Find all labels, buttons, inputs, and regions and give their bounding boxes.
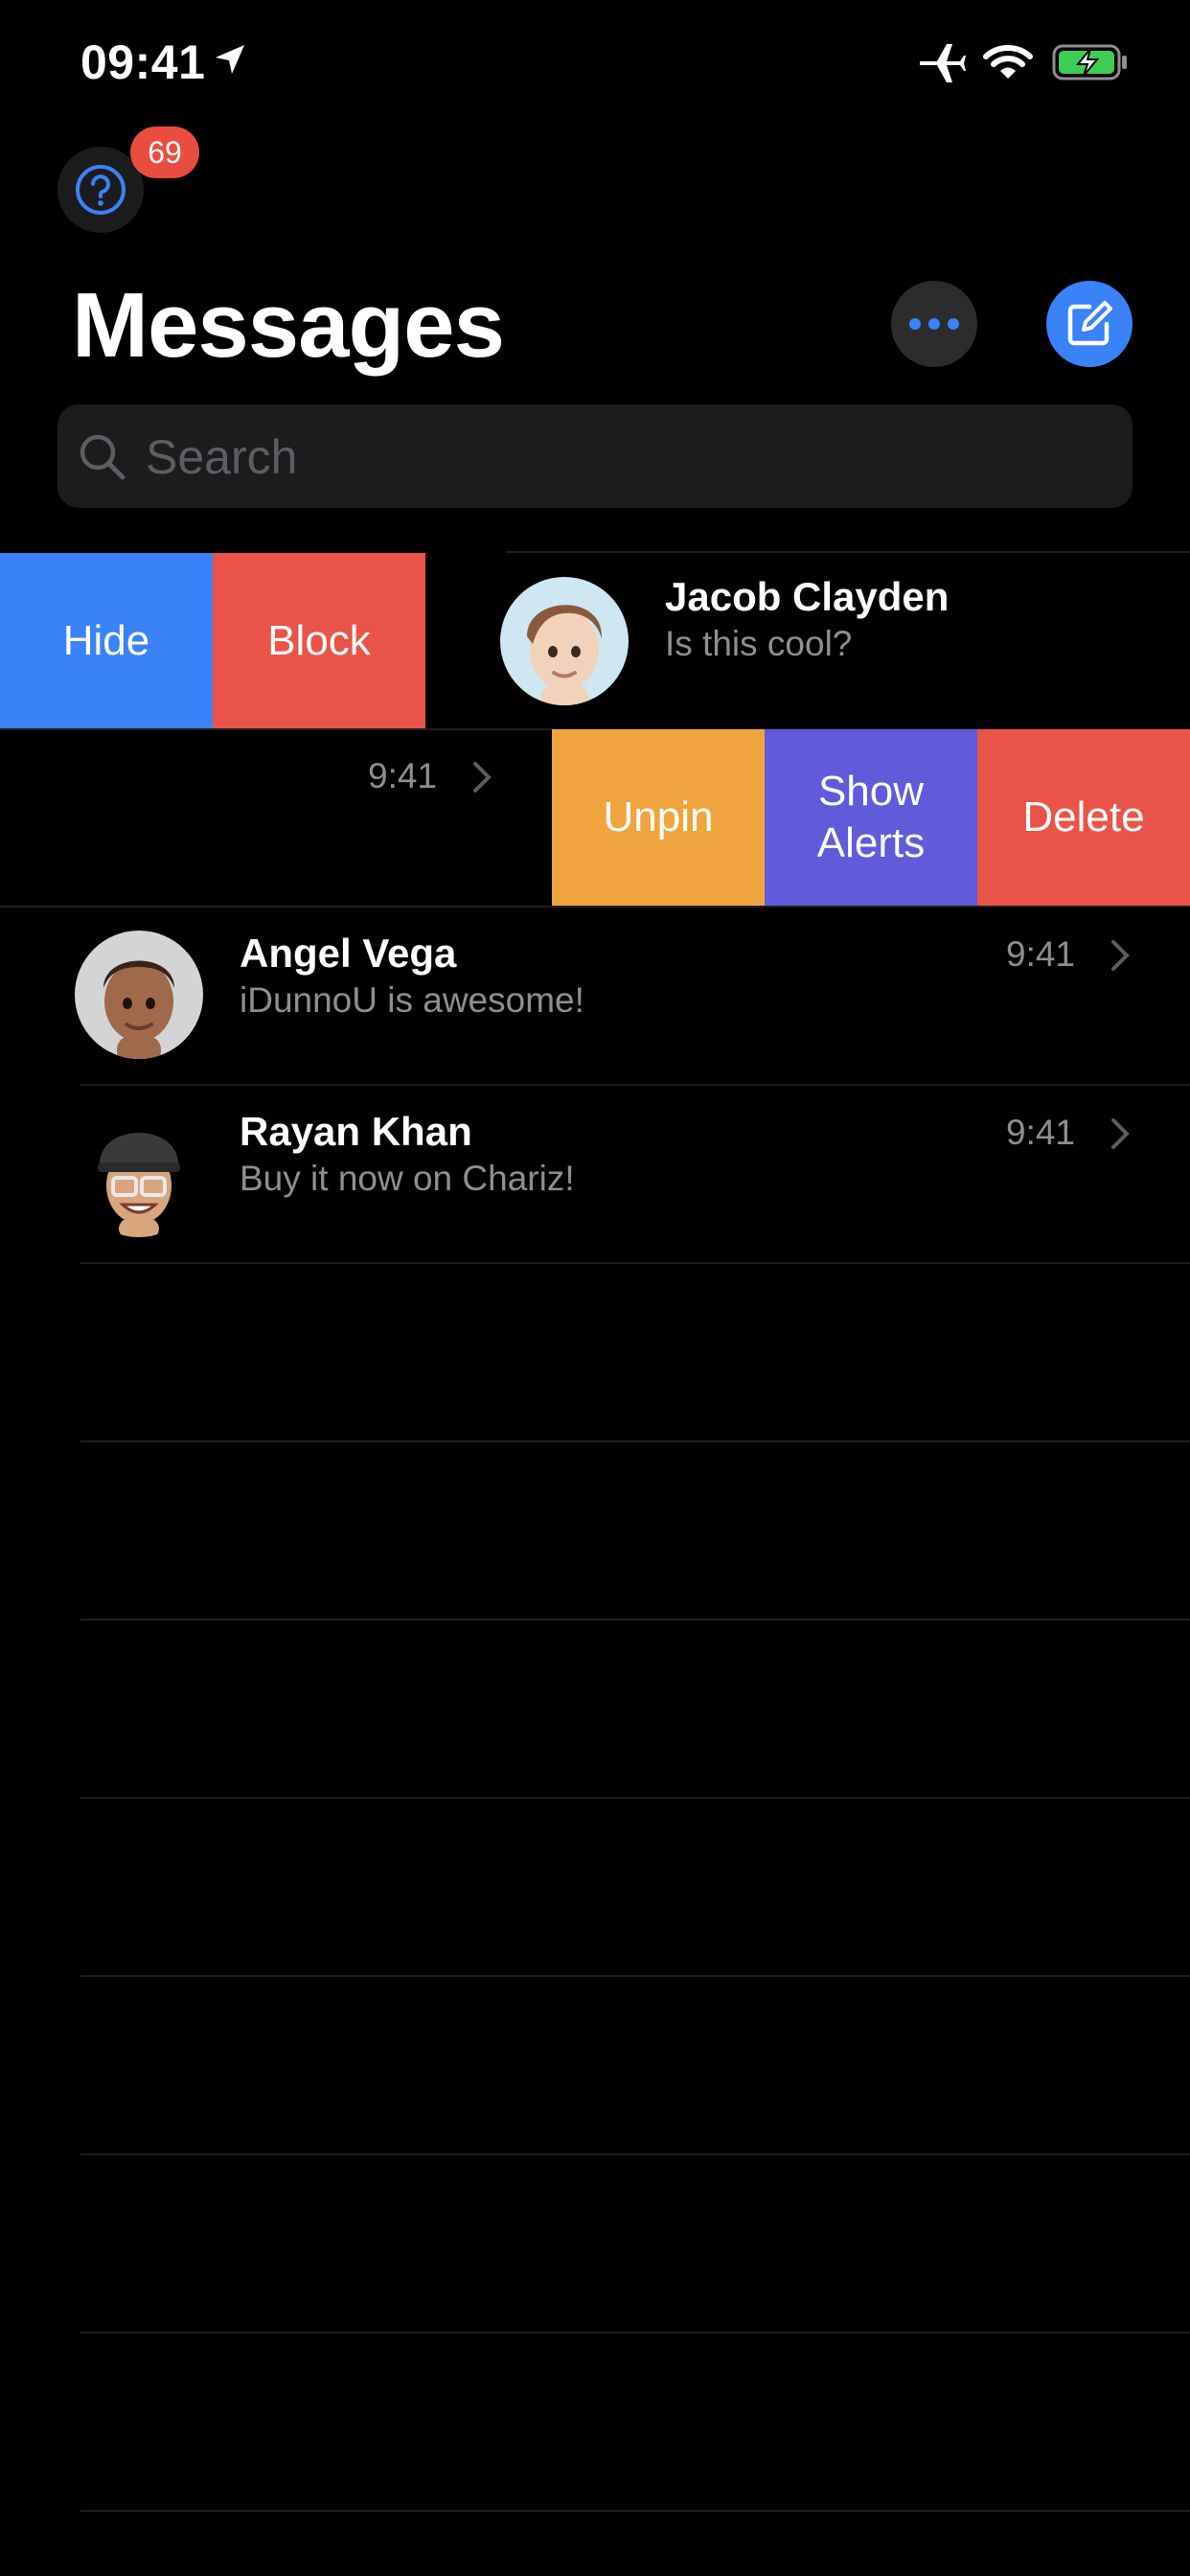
- hide-action-button[interactable]: Hide: [0, 553, 213, 729]
- conversation-preview: Buy it now on Chariz!: [240, 1159, 575, 1198]
- status-time: 09:41: [80, 35, 206, 89]
- block-action-button[interactable]: Block: [213, 553, 425, 729]
- conversation-time: 9:41: [1006, 934, 1076, 974]
- question-circle-icon: [76, 165, 126, 215]
- wifi-icon: [983, 45, 1033, 79]
- list-item-rayan-khan[interactable]: Rayan Khan Buy it now on Chariz! 9:41: [0, 1086, 1190, 1263]
- search-input[interactable]: [144, 424, 1087, 491]
- divider: [80, 2153, 1190, 2155]
- divider: [80, 1262, 1190, 1264]
- airplane-icon: [920, 44, 966, 82]
- memoji-tan-man-avatar: [75, 931, 203, 1059]
- ellipsis-icon: [909, 318, 959, 330]
- list-item-angel-vega[interactable]: Angel Vega iDunnoU is awesome! 9:41: [0, 908, 1190, 1085]
- notification-badge: 69: [130, 126, 199, 178]
- chevron-right-icon: [1111, 940, 1130, 971]
- divider: [80, 1797, 1190, 1799]
- divider: [80, 2510, 1190, 2512]
- more-button[interactable]: [891, 281, 977, 367]
- page-title: Messages: [72, 274, 505, 377]
- location-arrow-icon: [216, 45, 244, 74]
- search-bar[interactable]: [57, 404, 1133, 508]
- conversation-preview: Is this cool?: [665, 624, 853, 663]
- list-item-swiped[interactable]: 9:41: [0, 729, 552, 906]
- divider: [80, 2332, 1190, 2334]
- search-icon: [80, 434, 126, 480]
- memoji-cap-glasses-avatar: [75, 1109, 203, 1237]
- conversation-time: 9:41: [368, 756, 438, 795]
- conversation-name: Jacob Clayden: [665, 574, 950, 619]
- chevron-right-icon: [473, 762, 492, 793]
- compose-button[interactable]: [1046, 281, 1133, 367]
- conversation-time: 9:41: [1006, 1113, 1076, 1152]
- compose-icon: [1067, 301, 1112, 346]
- chevron-right-icon: [1111, 1118, 1130, 1149]
- show-alerts-action-button[interactable]: Show Alerts: [765, 729, 977, 906]
- conversation-name: Rayan Khan: [240, 1109, 472, 1154]
- conversation-name: Angel Vega: [240, 931, 457, 976]
- divider: [80, 1440, 1190, 1442]
- divider: [80, 1975, 1190, 1977]
- delete-action-button[interactable]: Delete: [977, 729, 1190, 906]
- memoji-light-boy-avatar: [500, 577, 629, 705]
- unpin-action-button[interactable]: Unpin: [552, 729, 765, 906]
- battery-charging-icon: [1052, 44, 1127, 80]
- list-item-jacob-clayden[interactable]: Jacob Clayden Is this cool?: [425, 553, 1190, 729]
- conversation-preview: iDunnoU is awesome!: [240, 980, 584, 1020]
- divider: [80, 1619, 1190, 1621]
